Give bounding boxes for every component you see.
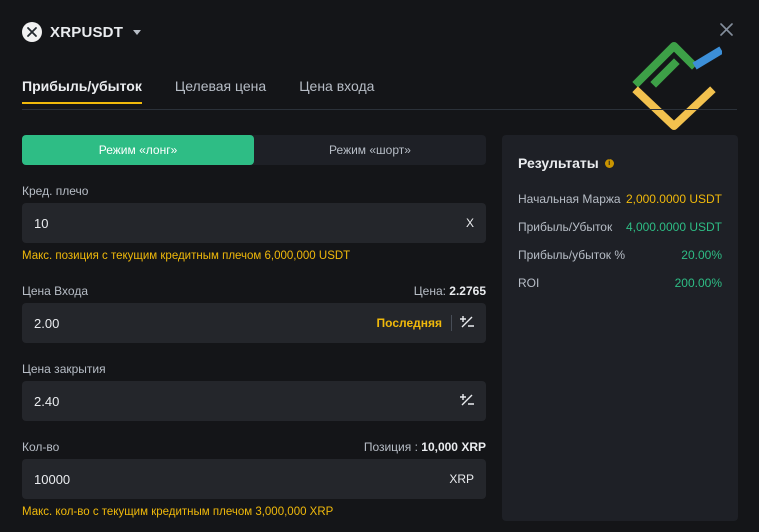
leverage-field[interactable]: 10 X xyxy=(22,203,486,243)
calculator-form: Режим «лонг» Режим «шорт» Кред. плечо 10… xyxy=(22,135,486,518)
position-label: Позиция : xyxy=(363,440,418,454)
header: XRPUSDT xyxy=(22,20,142,44)
long-mode-button[interactable]: Режим «лонг» xyxy=(22,135,254,165)
qty-label: Кол-во xyxy=(22,440,60,454)
entry-price-field[interactable]: 2.00 Последняя xyxy=(22,303,486,343)
close-price-field[interactable]: 2.40 xyxy=(22,381,486,421)
pair-title[interactable]: XRPUSDT xyxy=(50,24,123,41)
close-label-row: Цена закрытия xyxy=(22,362,486,376)
result-value: 4,000.0000 USDT xyxy=(625,220,722,234)
qty-input[interactable]: 10000 xyxy=(34,472,449,487)
position: Позиция : 10,000 XRP xyxy=(364,440,486,454)
close-price-label: Цена закрытия xyxy=(22,362,106,376)
entry-price-label: Цена Входа xyxy=(22,284,89,298)
tab-entry-price[interactable]: Цена входа xyxy=(299,78,374,104)
leverage-input[interactable]: 10 xyxy=(34,216,466,231)
result-row-pnl-percent: Прибыль/убыток % 20.00% xyxy=(518,248,722,262)
last-price-button[interactable]: Последняя xyxy=(377,316,442,330)
xrp-coin-icon xyxy=(22,22,42,42)
result-row-pnl: Прибыль/Убыток 4,000.0000 USDT xyxy=(518,220,722,234)
brand-logo-icon xyxy=(630,40,724,132)
result-label: Прибыль/Убыток xyxy=(518,220,613,234)
leverage-label-row: Кред. плечо xyxy=(22,184,486,198)
tab-bar: Прибыль/убыток Целевая цена Цена входа xyxy=(22,78,407,104)
result-label: Прибыль/убыток % xyxy=(518,248,626,262)
results-title: Результаты i xyxy=(518,155,614,171)
current-price-value: 2.2765 xyxy=(449,284,486,298)
tabs-divider xyxy=(22,109,737,110)
leverage-label: Кред. плечо xyxy=(22,184,89,198)
short-mode-button[interactable]: Режим «шорт» xyxy=(254,135,486,165)
qty-label-row: Кол-во Позиция : 10,000 XRP xyxy=(22,440,486,454)
qty-suffix: XRP xyxy=(449,472,474,486)
leverage-warning: Макс. позиция с текущим кредитным плечом… xyxy=(22,250,351,262)
info-icon[interactable]: i xyxy=(604,158,614,168)
position-value: 10,000 XRP xyxy=(421,440,486,454)
tab-target-price[interactable]: Целевая цена xyxy=(175,78,266,104)
result-value: 200.00% xyxy=(674,276,722,290)
results-panel: Результаты i Начальная Маржа 2,000.0000 … xyxy=(502,135,738,521)
results-title-text: Результаты xyxy=(518,155,599,171)
close-icon[interactable] xyxy=(720,23,733,36)
plus-minus-icon[interactable] xyxy=(460,393,474,410)
entry-label-row: Цена Входа Цена: 2.2765 xyxy=(22,284,486,298)
qty-warning: Макс. кол-во с текущим кредитным плечом … xyxy=(22,506,334,518)
field-separator xyxy=(451,315,452,331)
result-row-initial-margin: Начальная Маржа 2,000.0000 USDT xyxy=(518,192,722,206)
leverage-suffix: X xyxy=(465,216,474,230)
result-label: Начальная Маржа xyxy=(518,192,621,206)
close-price-input[interactable]: 2.40 xyxy=(34,394,460,409)
chevron-down-icon[interactable] xyxy=(133,29,142,35)
result-row-roi: ROI 200.00% xyxy=(518,276,722,290)
result-label: ROI xyxy=(518,276,540,290)
result-value: 2,000.0000 USDT xyxy=(625,192,722,206)
entry-price-input[interactable]: 2.00 xyxy=(34,316,377,331)
mode-switch: Режим «лонг» Режим «шорт» xyxy=(22,135,486,165)
result-value: 20.00% xyxy=(681,248,722,262)
current-price: Цена: 2.2765 xyxy=(414,284,486,298)
plus-minus-icon[interactable] xyxy=(460,315,474,332)
tab-pnl[interactable]: Прибыль/убыток xyxy=(22,78,142,104)
qty-field[interactable]: 10000 XRP xyxy=(22,459,486,499)
current-price-label: Цена: xyxy=(413,284,446,298)
